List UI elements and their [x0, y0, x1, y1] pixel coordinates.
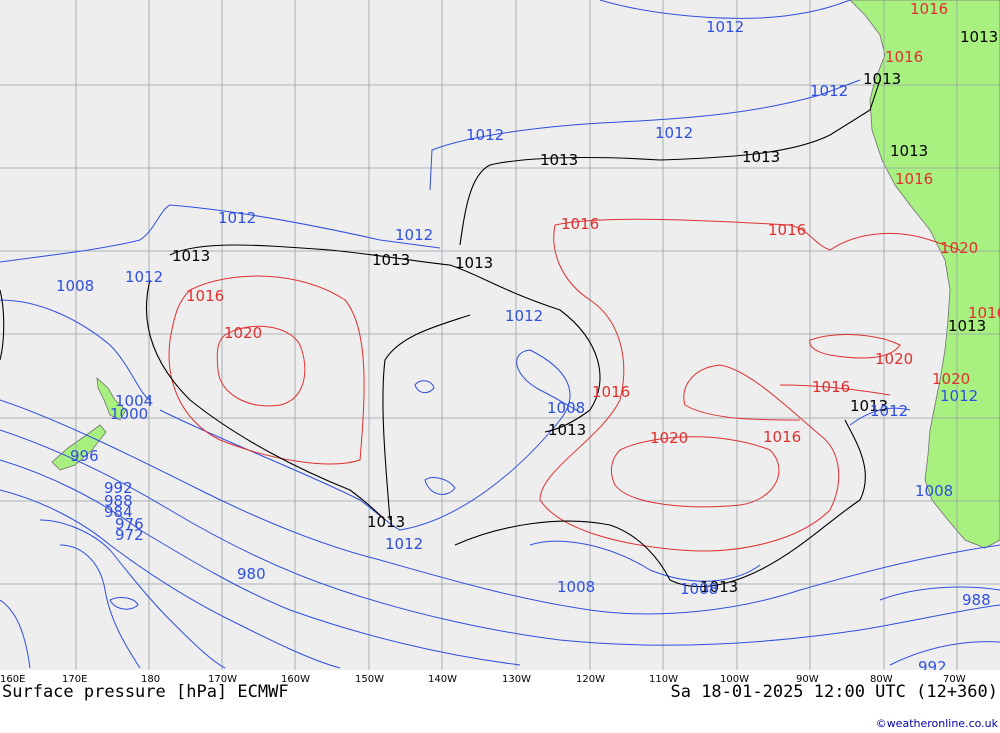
isobar-label: 1016	[592, 383, 630, 401]
isobar-label: 1016	[968, 304, 1000, 322]
isobar-label: 1012	[655, 124, 693, 142]
isobar-label: 1016	[895, 170, 933, 188]
isobar-label: 1012	[870, 402, 908, 420]
isobar-label: 1016	[186, 287, 224, 305]
isobar-label: 1013	[890, 142, 928, 160]
isobar-label: 1000	[110, 405, 148, 423]
isobar-label: 988	[962, 591, 991, 609]
isobar-label: 1013	[863, 70, 901, 88]
isobar-label: 1013	[548, 421, 586, 439]
isobar-label: 1016	[910, 0, 948, 18]
isobar-label: 1012	[706, 18, 744, 36]
isobar-label: 1008	[680, 580, 718, 598]
isobar-label: 996	[70, 447, 99, 465]
credit-link[interactable]: ©weatheronline.co.uk	[876, 717, 999, 730]
isobar-label: 1013	[742, 148, 780, 166]
isobar-label: 1012	[385, 535, 423, 553]
isobar-label: 1008	[557, 578, 595, 596]
isobar-label: 1012	[218, 209, 256, 227]
isobar-label: 1012	[810, 82, 848, 100]
isobar-label: 972	[115, 526, 144, 544]
isobar-label: 1020	[940, 239, 978, 257]
isobar-label: 1013	[455, 254, 493, 272]
map-title: Surface pressure [hPa] ECMWF	[2, 682, 289, 702]
isobar-label: 1016	[768, 221, 806, 239]
isobar-label: 1008	[547, 399, 585, 417]
isobar-label: 980	[237, 565, 266, 583]
isobar-label: 1013	[367, 513, 405, 531]
isobar-label: 1012	[940, 387, 978, 405]
map-svg: 1013 1013 1013 1013 1013 1013 1013 1013 …	[0, 0, 1000, 733]
isobar-label: 1012	[505, 307, 543, 325]
pressure-map: 1013 1013 1013 1013 1013 1013 1013 1013 …	[0, 0, 1000, 733]
isobar-label: 1016	[885, 48, 923, 66]
lon-label: 120W	[576, 674, 605, 685]
isobar-label: 1013	[172, 247, 210, 265]
lon-label: 150W	[355, 674, 384, 685]
isobar-label: 1013	[540, 151, 578, 169]
isobar-label: 1020	[875, 350, 913, 368]
lon-label: 140W	[428, 674, 457, 685]
isobar-label: 1016	[812, 378, 850, 396]
isobar-label: 1012	[395, 226, 433, 244]
isobar-label: 1020	[650, 429, 688, 447]
isobar-label: 1020	[224, 324, 262, 342]
isobar-label: 1008	[56, 277, 94, 295]
isobar-label: 1013	[960, 28, 998, 46]
isobar-label: 1016	[561, 215, 599, 233]
isobar-label: 1016	[763, 428, 801, 446]
lon-label: 130W	[502, 674, 531, 685]
isobar-label: 1020	[932, 370, 970, 388]
isobar-label: 1012	[466, 126, 504, 144]
isobar-label: 1013	[372, 251, 410, 269]
isobar-label: 1012	[125, 268, 163, 286]
map-datetime: Sa 18-01-2025 12:00 UTC (12+360)	[670, 682, 998, 702]
isobar-label: 1008	[915, 482, 953, 500]
